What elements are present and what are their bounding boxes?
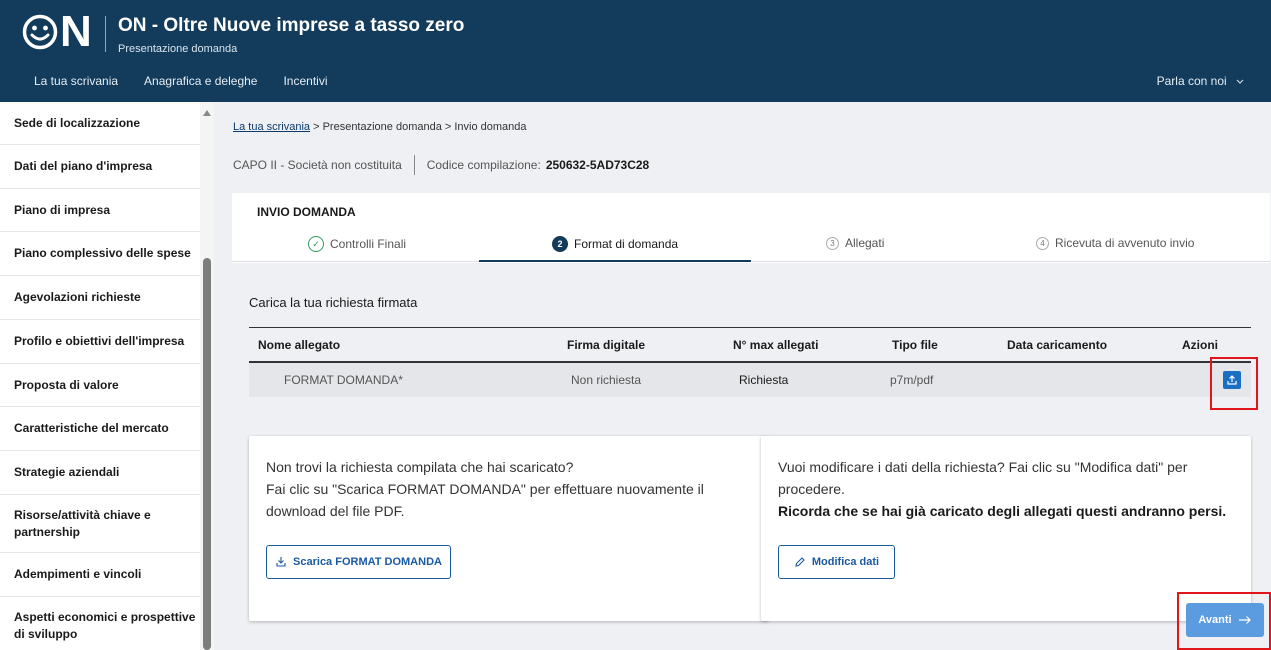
stepper: ✓ Controlli Finali 2 Format di domanda 3…: [232, 228, 1270, 262]
col-tipo: Tipo file: [892, 338, 938, 352]
step-label: Ricevuta di avvenuto invio: [1055, 236, 1195, 250]
app-header: N ON - Oltre Nuove imprese a tasso zero …: [0, 0, 1271, 102]
col-data: Data caricamento: [1007, 338, 1108, 352]
sidebar-item-sede[interactable]: Sede di localizzazione: [0, 102, 200, 145]
download-text-1: Non trovi la richiesta compilata che hai…: [266, 459, 574, 475]
application-meta: CAPO II - Società non costituita Codice …: [233, 155, 649, 175]
app-subtitle: Presentazione domanda: [118, 43, 238, 55]
cell-tipo: p7m/pdf: [890, 373, 934, 387]
step-label: Controlli Finali: [330, 237, 407, 251]
sidebar-item-proposta[interactable]: Proposta di valore: [0, 364, 200, 407]
meta-separator: [413, 155, 415, 175]
section-title: Carica la tua richiesta firmata: [249, 295, 418, 310]
avanti-highlight-box: [1177, 592, 1271, 650]
step-label: Allegati: [845, 236, 885, 250]
breadcrumb: La tua scrivania > Presentazione domanda…: [233, 121, 527, 133]
active-step-indicator: [479, 260, 751, 262]
codice-value: 250632-5AD73C28: [545, 158, 650, 172]
app-logo[interactable]: N: [22, 7, 92, 56]
table-row: FORMAT DOMANDA* Non richiesta Richiesta …: [249, 363, 1251, 397]
nav-incentivi[interactable]: Incentivi: [283, 74, 327, 88]
step-allegati[interactable]: 3 Allegati: [826, 236, 884, 250]
help-label: Parla con noi: [1156, 74, 1227, 88]
app-title: ON - Oltre Nuove imprese a tasso zero: [118, 15, 465, 36]
modifica-dati-label: Modifica dati: [811, 556, 880, 568]
sidebar-item-mercato[interactable]: Caratteristiche del mercato: [0, 407, 200, 451]
step-ricevuta[interactable]: 4 Ricevuta di avvenuto invio: [1036, 236, 1194, 250]
sidebar-item-profilo[interactable]: Profilo e obiettivi dell'impresa: [0, 320, 200, 364]
logo-letter: N: [60, 7, 92, 56]
download-text-2: Fai clic su "Scarica FORMAT DOMANDA" per…: [266, 481, 704, 519]
scarica-format-button[interactable]: Scarica FORMAT DOMANDA: [266, 545, 451, 579]
help-menu[interactable]: Parla con noi: [1157, 74, 1245, 88]
sidebar: Sede di localizzazione Dati del piano d'…: [0, 102, 214, 650]
breadcrumb-link-scrivania[interactable]: La tua scrivania: [233, 121, 310, 133]
smiley-icon: [22, 14, 58, 50]
cell-max: Richiesta: [739, 373, 789, 387]
step-label: Format di domanda: [574, 237, 679, 251]
attachments-table: Nome allegato Firma digitale N° max alle…: [249, 327, 1251, 397]
sidebar-item-dati-piano[interactable]: Dati del piano d'impresa: [0, 145, 200, 189]
cell-nome: FORMAT DOMANDA*: [284, 373, 403, 387]
modifica-text-1: Vuoi modificare i dati della richiesta? …: [778, 459, 1188, 497]
col-nome: Nome allegato: [258, 338, 341, 352]
cell-firma: Non richiesta: [571, 373, 642, 387]
sidebar-item-agevolazioni[interactable]: Agevolazioni richieste: [0, 276, 200, 320]
step-number-icon: 4: [1036, 236, 1049, 250]
table-header: Nome allegato Firma digitale N° max alle…: [249, 327, 1251, 363]
modifica-dati-button[interactable]: Modifica dati: [778, 545, 895, 579]
breadcrumb-rest: > Presentazione domanda > Invio domanda: [310, 121, 527, 133]
sidebar-item-aspetti[interactable]: Aspetti economici e prospettive di svilu…: [0, 597, 200, 650]
download-icon: [276, 557, 286, 567]
nav-la-tua-scrivania[interactable]: La tua scrivania: [34, 74, 118, 88]
capo-label: CAPO II - Società non costituita: [233, 158, 402, 172]
col-azioni: Azioni: [1182, 338, 1218, 352]
pencil-icon: [795, 557, 805, 567]
step-number-icon: 3: [826, 236, 839, 250]
step-controlli-finali[interactable]: ✓ Controlli Finali: [308, 236, 406, 252]
check-circle-icon: ✓: [308, 236, 324, 252]
sidebar-item-piano-impresa[interactable]: Piano di impresa: [0, 189, 200, 232]
col-max: N° max allegati: [733, 338, 819, 352]
step-number-icon: 2: [552, 236, 568, 252]
sidebar-item-risorse[interactable]: Risorse/attività chiave e partnership: [0, 495, 200, 553]
sidebar-item-piano-spese[interactable]: Piano complessivo delle spese: [0, 232, 200, 276]
sidebar-scroll-thumb[interactable]: [203, 258, 211, 650]
codice-label: Codice compilazione:: [426, 158, 541, 172]
modifica-warning: Ricorda che se hai già caricato degli al…: [778, 503, 1227, 519]
top-nav: La tua scrivania Anagrafica e deleghe In…: [34, 74, 354, 88]
scarica-format-label: Scarica FORMAT DOMANDA: [293, 556, 442, 568]
col-firma: Firma digitale: [567, 338, 646, 352]
sidebar-item-strategie[interactable]: Strategie aziendali: [0, 451, 200, 495]
chevron-down-icon: [1236, 79, 1244, 84]
download-panel: Non trovi la richiesta compilata che hai…: [249, 436, 769, 621]
scroll-up-arrow-icon[interactable]: [203, 110, 211, 116]
logo-divider: [105, 16, 106, 52]
step-format-domanda[interactable]: 2 Format di domanda: [552, 236, 678, 252]
sidebar-item-adempimenti[interactable]: Adempimenti e vincoli: [0, 553, 200, 597]
upload-highlight-box: [1210, 357, 1258, 410]
nav-anagrafica[interactable]: Anagrafica e deleghe: [144, 74, 257, 88]
card-title: INVIO DOMANDA: [257, 205, 356, 219]
